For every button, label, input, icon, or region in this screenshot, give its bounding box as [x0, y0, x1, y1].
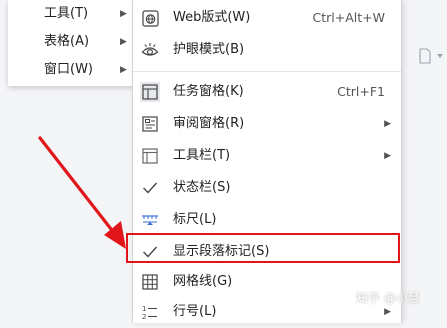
document-icon[interactable] [418, 48, 444, 68]
watermark-text: 知乎 @小慧 [356, 291, 420, 305]
annotation-arrow-icon [38, 136, 126, 249]
